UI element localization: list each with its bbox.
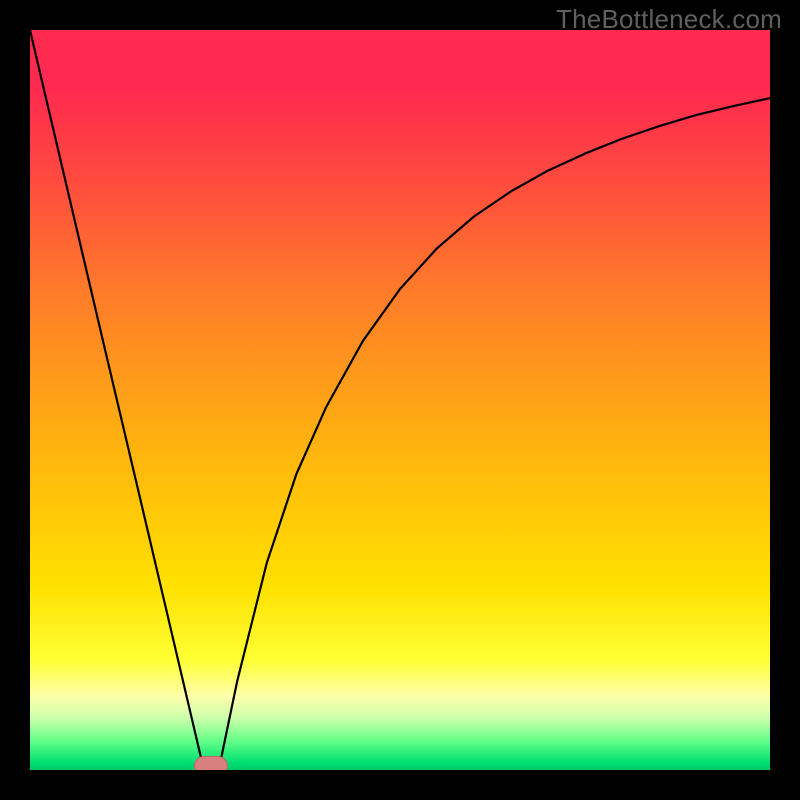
watermark-label: TheBottleneck.com	[556, 4, 782, 35]
bottleneck-curve	[30, 30, 770, 770]
plot-area	[30, 30, 770, 770]
chart-frame: TheBottleneck.com	[0, 0, 800, 800]
minimum-marker	[194, 756, 228, 770]
curve-svg	[30, 30, 770, 770]
